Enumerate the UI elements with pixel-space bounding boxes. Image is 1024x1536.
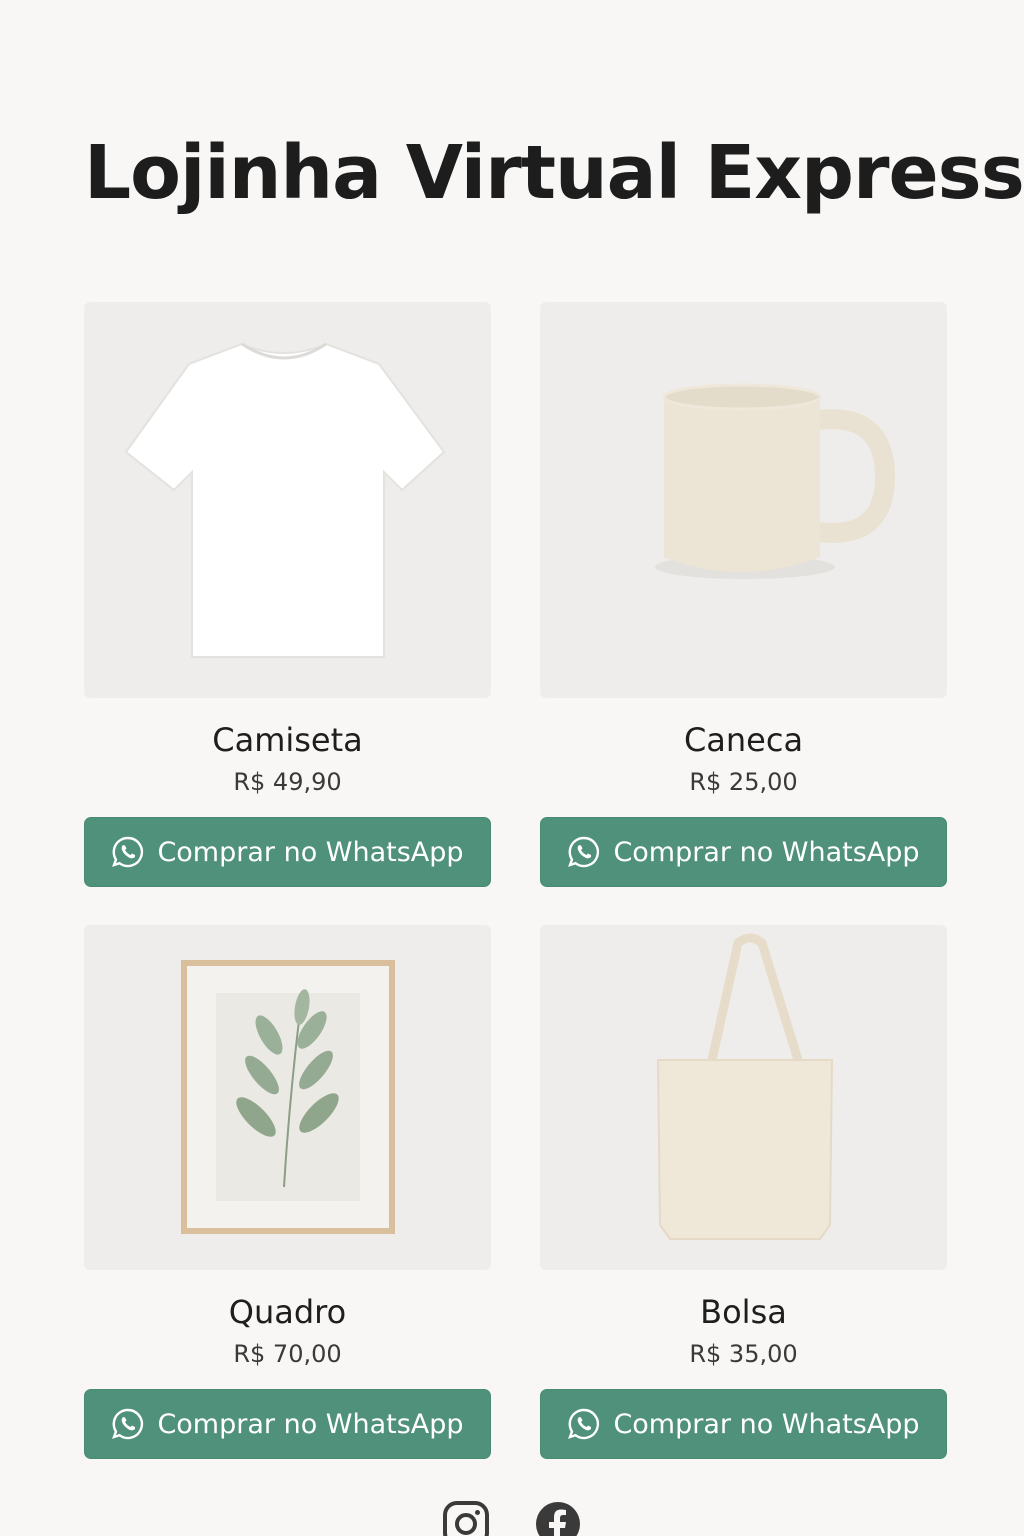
product-price: R$ 49,90 — [233, 768, 342, 796]
buy-whatsapp-button[interactable]: Comprar no WhatsApp — [540, 817, 947, 887]
tote-bag-image — [656, 933, 834, 1240]
store-page: Lojinha Virtual Express Camiseta R$ 49,9… — [0, 0, 1024, 1536]
social-links — [0, 1500, 1024, 1536]
product-card-camiseta: Camiseta R$ 49,90 Comprar no WhatsApp — [84, 302, 491, 887]
instagram-icon[interactable] — [442, 1500, 490, 1536]
whatsapp-icon — [112, 1408, 144, 1440]
product-price: R$ 35,00 — [689, 1340, 798, 1368]
tshirt-image — [124, 342, 446, 658]
facebook-icon[interactable] — [534, 1500, 582, 1536]
buy-whatsapp-button[interactable]: Comprar no WhatsApp — [84, 1389, 491, 1459]
product-image-caneca[interactable] — [540, 302, 947, 698]
page-title: Lojinha Virtual Express — [84, 130, 1024, 216]
product-card-bolsa: Bolsa R$ 35,00 Comprar no WhatsApp — [540, 925, 947, 1459]
product-name: Bolsa — [700, 1293, 787, 1331]
whatsapp-icon — [568, 836, 600, 868]
buy-button-label: Comprar no WhatsApp — [613, 836, 920, 868]
mug-image — [655, 383, 896, 579]
product-image-quadro[interactable] — [84, 925, 491, 1270]
product-card-caneca: Caneca R$ 25,00 Comprar no WhatsApp — [540, 302, 947, 887]
buy-whatsapp-button[interactable]: Comprar no WhatsApp — [540, 1389, 947, 1459]
product-image-camiseta[interactable] — [84, 302, 491, 698]
buy-button-label: Comprar no WhatsApp — [157, 836, 464, 868]
buy-button-label: Comprar no WhatsApp — [157, 1408, 464, 1440]
product-name: Camiseta — [212, 721, 363, 759]
whatsapp-icon — [112, 836, 144, 868]
product-card-quadro: Quadro R$ 70,00 Comprar no WhatsApp — [84, 925, 491, 1459]
product-image-bolsa[interactable] — [540, 925, 947, 1270]
product-price: R$ 70,00 — [233, 1340, 342, 1368]
product-name: Quadro — [228, 1293, 347, 1331]
product-name: Caneca — [683, 721, 804, 759]
buy-button-label: Comprar no WhatsApp — [613, 1408, 920, 1440]
product-price: R$ 25,00 — [689, 768, 798, 796]
buy-whatsapp-button[interactable]: Comprar no WhatsApp — [84, 817, 491, 887]
framed-print-image — [181, 960, 395, 1234]
whatsapp-icon — [568, 1408, 600, 1440]
